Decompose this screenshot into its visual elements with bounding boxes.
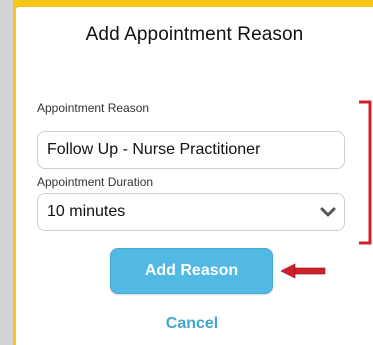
background-strip	[0, 0, 13, 345]
appointment-reason-input[interactable]: Follow Up - Nurse Practitioner	[37, 131, 345, 169]
chevron-down-icon[interactable]	[320, 205, 336, 219]
appointment-reason-label: Appointment Reason	[37, 101, 150, 115]
appointment-duration-value: 10 minutes	[47, 203, 126, 220]
bracket-icon	[359, 100, 372, 245]
appointment-duration-label: Appointment Duration	[37, 175, 154, 189]
appointment-reason-value: Follow Up - Nurse Practitioner	[47, 141, 261, 158]
dialog-title: Add Appointment Reason	[85, 24, 304, 45]
cancel-button[interactable]: Cancel	[140, 315, 244, 333]
arrow-left-icon	[280, 263, 326, 279]
appointment-duration-select[interactable]: 10 minutes	[37, 193, 345, 231]
add-reason-button[interactable]: Add Reason	[110, 248, 273, 294]
